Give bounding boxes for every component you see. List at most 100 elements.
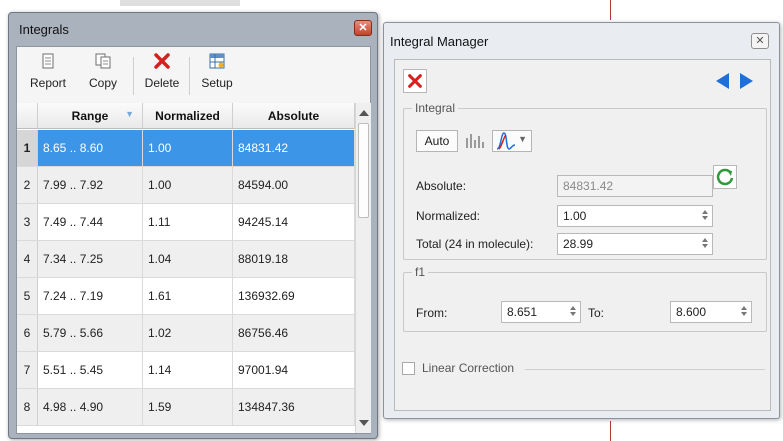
normalized-cell[interactable]: 1.00 bbox=[143, 167, 233, 203]
normalized-cell[interactable]: 1.02 bbox=[143, 315, 233, 351]
row-number: 2 bbox=[17, 167, 38, 203]
window-title: Integral Manager bbox=[390, 34, 489, 49]
to-value: 8.600 bbox=[676, 305, 707, 319]
absolute-cell[interactable]: 88019.18 bbox=[233, 241, 355, 277]
from-value: 8.651 bbox=[507, 305, 538, 319]
linear-correction-checkbox[interactable] bbox=[402, 362, 415, 375]
delete-label: Delete bbox=[144, 76, 180, 90]
background-artifact bbox=[120, 0, 240, 6]
table-row[interactable]: 1 8.65 .. 8.60 1.00 84831.42 bbox=[17, 130, 355, 167]
chevron-down-icon: ▼ bbox=[518, 134, 527, 144]
table-row[interactable]: 2 7.99 .. 7.92 1.00 84594.00 bbox=[17, 167, 355, 204]
range-cell[interactable]: 4.98 .. 4.90 bbox=[38, 389, 143, 425]
row-number: 3 bbox=[17, 204, 38, 240]
vertical-scrollbar[interactable] bbox=[355, 103, 371, 433]
copy-icon bbox=[95, 53, 111, 69]
close-button[interactable]: ✕ bbox=[751, 33, 769, 49]
absolute-cell[interactable]: 94245.14 bbox=[233, 204, 355, 240]
window-title: Integrals bbox=[19, 22, 69, 37]
normalized-cell[interactable]: 1.00 bbox=[143, 130, 233, 166]
background-line bbox=[610, 421, 611, 441]
column-header-normalized[interactable]: Normalized bbox=[143, 103, 233, 129]
report-label: Report bbox=[29, 76, 67, 90]
spinner-icon[interactable] bbox=[568, 304, 578, 320]
from-label: From: bbox=[416, 306, 448, 320]
report-icon bbox=[42, 53, 54, 69]
scroll-down-icon[interactable] bbox=[359, 420, 369, 426]
from-field[interactable]: 8.651 bbox=[501, 301, 581, 323]
absolute-field: 84831.42 bbox=[557, 175, 713, 197]
copy-label: Copy bbox=[88, 76, 117, 90]
f1-group: f1 From: 8.651 To: 8.600 bbox=[403, 265, 767, 332]
report-button[interactable]: Report bbox=[25, 52, 71, 90]
range-cell[interactable]: 5.79 .. 5.66 bbox=[38, 315, 143, 351]
delete-icon bbox=[154, 53, 170, 69]
scrollbar-thumb[interactable] bbox=[358, 123, 369, 218]
table-row[interactable]: 4 7.34 .. 7.25 1.04 88019.18 bbox=[17, 241, 355, 278]
total-field[interactable]: 28.99 bbox=[557, 233, 713, 255]
integral-histogram-button[interactable] bbox=[464, 130, 488, 152]
integral-mode-dropdown[interactable]: ▼ bbox=[492, 130, 532, 152]
close-button[interactable]: ✕ bbox=[354, 20, 372, 36]
range-cell[interactable]: 7.99 .. 7.92 bbox=[38, 167, 143, 203]
spinner-icon[interactable] bbox=[700, 236, 710, 252]
table-row[interactable]: 5 7.24 .. 7.19 1.61 136932.69 bbox=[17, 278, 355, 315]
delete-button[interactable]: Delete bbox=[141, 52, 183, 90]
copy-button[interactable]: Copy bbox=[83, 52, 123, 90]
column-header-label: Range bbox=[71, 109, 109, 123]
range-cell[interactable]: 7.34 .. 7.25 bbox=[38, 241, 143, 277]
table-row[interactable]: 3 7.49 .. 7.44 1.11 94245.14 bbox=[17, 204, 355, 241]
integrals-table: Range ▼ Normalized Absolute 1 8.65 .. 8.… bbox=[17, 103, 355, 433]
absolute-cell[interactable]: 136932.69 bbox=[233, 278, 355, 314]
setup-button[interactable]: Setup bbox=[197, 52, 237, 90]
row-number: 8 bbox=[17, 389, 38, 425]
refresh-icon bbox=[716, 168, 734, 186]
row-number: 4 bbox=[17, 241, 38, 277]
integral-curve-icon bbox=[496, 132, 516, 150]
next-integral-button[interactable] bbox=[738, 71, 756, 91]
scroll-up-icon[interactable] bbox=[359, 110, 369, 116]
previous-integral-button[interactable] bbox=[713, 71, 731, 91]
to-field[interactable]: 8.600 bbox=[670, 301, 752, 323]
spinner-icon[interactable] bbox=[700, 208, 710, 224]
column-header-label: Normalized bbox=[155, 109, 220, 123]
spinner-icon[interactable] bbox=[739, 304, 749, 320]
auto-button[interactable]: Auto bbox=[416, 130, 458, 152]
histogram-icon bbox=[466, 134, 484, 148]
row-number: 7 bbox=[17, 352, 38, 388]
setup-label: Setup bbox=[201, 76, 233, 90]
table-row[interactable]: 7 5.51 .. 5.45 1.14 97001.94 bbox=[17, 352, 355, 389]
column-header-label: Absolute bbox=[267, 109, 320, 123]
group-title: f1 bbox=[412, 265, 429, 279]
table-row[interactable]: 8 4.98 .. 4.90 1.59 134847.36 bbox=[17, 389, 355, 426]
table-row[interactable]: 6 5.79 .. 5.66 1.02 86756.46 bbox=[17, 315, 355, 352]
row-number: 5 bbox=[17, 278, 38, 314]
absolute-cell[interactable]: 84831.42 bbox=[233, 130, 355, 166]
absolute-cell[interactable]: 86756.46 bbox=[233, 315, 355, 351]
linear-correction-label: Linear Correction bbox=[422, 361, 515, 375]
column-header-range[interactable]: Range ▼ bbox=[38, 103, 143, 129]
normalized-cell[interactable]: 1.04 bbox=[143, 241, 233, 277]
row-number: 6 bbox=[17, 315, 38, 351]
normalized-cell[interactable]: 1.14 bbox=[143, 352, 233, 388]
range-cell[interactable]: 7.49 .. 7.44 bbox=[38, 204, 143, 240]
total-value: 28.99 bbox=[563, 237, 594, 251]
normalized-cell[interactable]: 1.59 bbox=[143, 389, 233, 425]
toolbar-separator bbox=[189, 57, 190, 95]
range-cell[interactable]: 5.51 .. 5.45 bbox=[38, 352, 143, 388]
normalized-cell[interactable]: 1.61 bbox=[143, 278, 233, 314]
absolute-cell[interactable]: 97001.94 bbox=[233, 352, 355, 388]
normalized-cell[interactable]: 1.11 bbox=[143, 204, 233, 240]
to-label: To: bbox=[588, 306, 605, 320]
recalculate-button[interactable] bbox=[713, 165, 737, 189]
normalized-field[interactable]: 1.00 bbox=[557, 205, 713, 227]
arrow-left-icon bbox=[716, 73, 729, 89]
row-number-header bbox=[17, 103, 38, 129]
absolute-cell[interactable]: 84594.00 bbox=[233, 167, 355, 203]
range-cell[interactable]: 7.24 .. 7.19 bbox=[38, 278, 143, 314]
range-cell[interactable]: 8.65 .. 8.60 bbox=[38, 130, 143, 166]
table-setup-icon bbox=[209, 53, 225, 69]
column-header-absolute[interactable]: Absolute bbox=[233, 103, 355, 129]
absolute-cell[interactable]: 134847.36 bbox=[233, 389, 355, 425]
delete-integral-button[interactable] bbox=[403, 69, 427, 93]
